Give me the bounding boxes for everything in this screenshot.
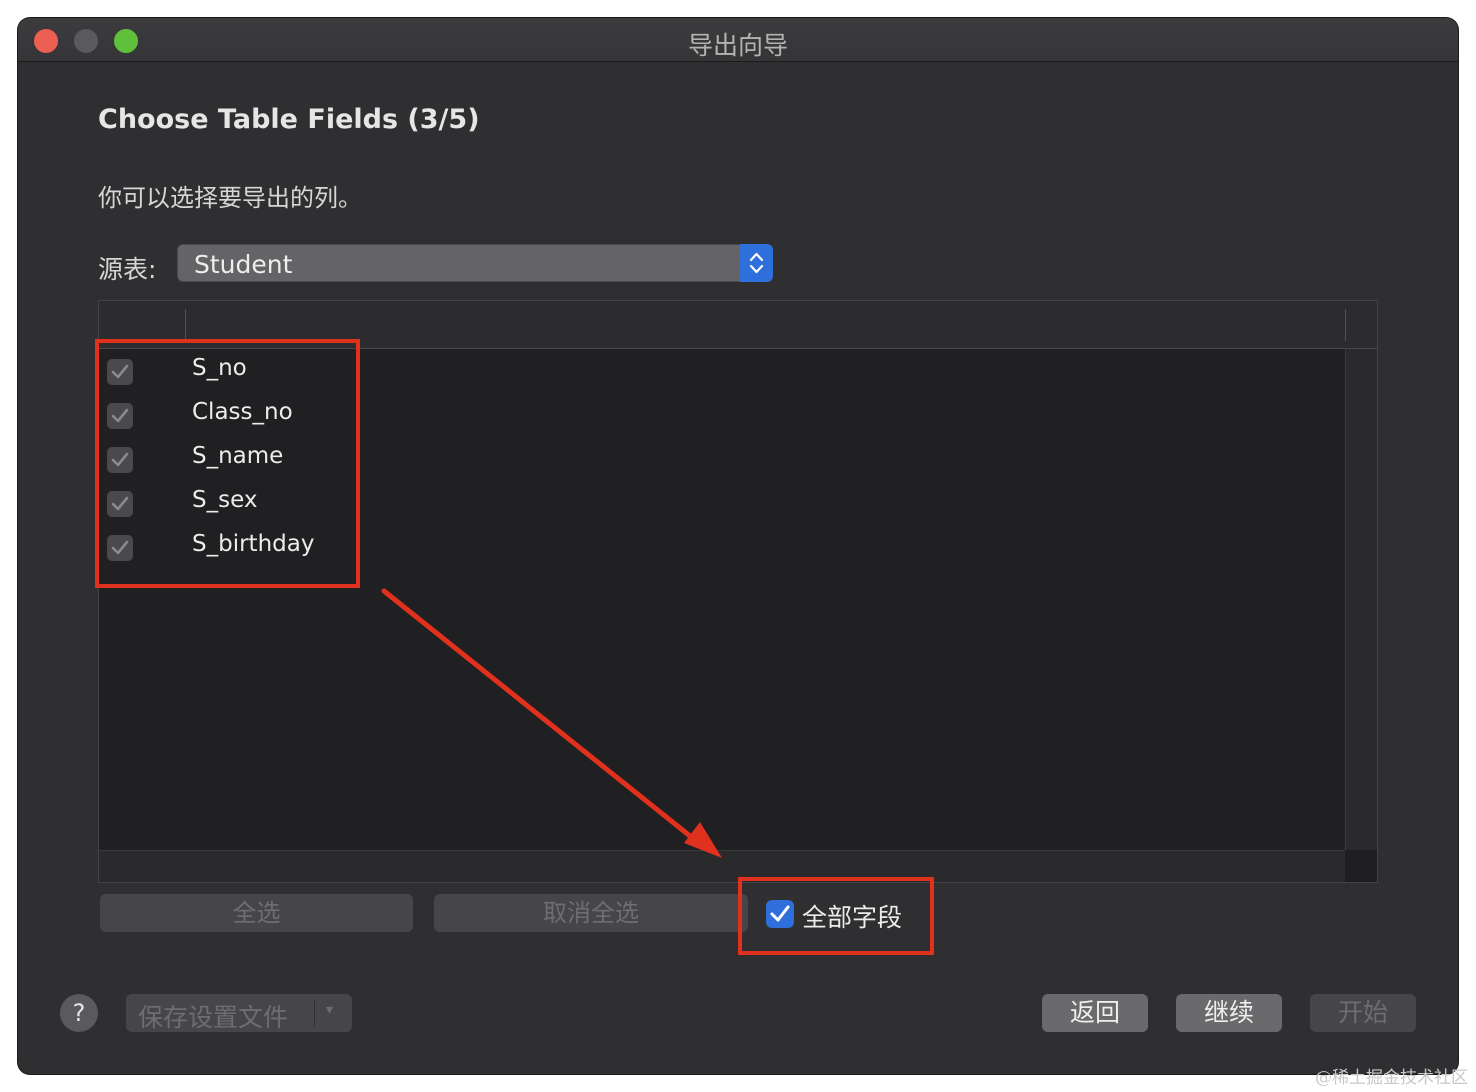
all-fields-label[interactable]: 全部字段 [802, 898, 902, 934]
table-header [99, 301, 1377, 349]
checkmark-icon [770, 905, 790, 922]
watermark: @稀土掘金技术社区 [1315, 1068, 1468, 1088]
save-profile-label: 保存设置文件 [138, 1003, 289, 1032]
export-wizard-window: 导出向导 Choose Table Fields (3/5) 你可以选择要导出的… [18, 18, 1458, 1074]
page-subtitle: 你可以选择要导出的列。 [98, 184, 362, 212]
help-button[interactable]: ? [60, 994, 98, 1032]
field-checkbox[interactable] [107, 359, 133, 385]
table-row[interactable]: Class_no [99, 393, 1345, 437]
checkmark-icon [111, 364, 129, 379]
checkmark-icon [111, 496, 129, 511]
vertical-scrollbar[interactable] [1345, 349, 1377, 851]
start-button[interactable]: 开始 [1310, 994, 1416, 1032]
field-checkbox[interactable] [107, 403, 133, 429]
column-separator[interactable] [1345, 309, 1346, 341]
table-row[interactable]: S_birthday [99, 525, 1345, 569]
combo-divider [314, 1000, 315, 1026]
field-checkbox[interactable] [107, 535, 133, 561]
field-name: S_birthday [192, 531, 315, 557]
field-name: S_no [192, 355, 247, 381]
column-separator[interactable] [185, 309, 186, 341]
field-name: S_sex [192, 487, 258, 513]
source-table-label: 源表: [98, 255, 157, 284]
field-name: S_name [192, 443, 284, 469]
field-list-table: S_no Class_no S_name S_sex S_birthday [98, 300, 1378, 883]
checkmark-icon [111, 540, 129, 555]
source-table-select[interactable]: Student [177, 244, 773, 282]
field-rows: S_no Class_no S_name S_sex S_birthday [99, 349, 1345, 569]
window-title: 导出向导 [687, 31, 788, 60]
checkmark-icon [111, 452, 129, 467]
scroll-corner [1345, 850, 1377, 882]
deselect-all-button[interactable]: 取消全选 [434, 894, 748, 932]
table-row[interactable]: S_sex [99, 481, 1345, 525]
titlebar: 导出向导 [18, 18, 1458, 62]
horizontal-scrollbar[interactable] [99, 850, 1345, 882]
field-name: Class_no [192, 399, 293, 425]
back-button[interactable]: 返回 [1042, 994, 1148, 1032]
checkmark-icon [111, 408, 129, 423]
table-row[interactable]: S_name [99, 437, 1345, 481]
select-all-button[interactable]: 全选 [100, 894, 413, 932]
save-profile-combo[interactable]: 保存设置文件 ▾ [126, 994, 352, 1032]
continue-button[interactable]: 继续 [1176, 994, 1282, 1032]
page-title: Choose Table Fields (3/5) [98, 104, 480, 135]
updown-chevron-icon [740, 244, 773, 282]
all-fields-checkbox[interactable] [766, 900, 794, 928]
field-checkbox[interactable] [107, 491, 133, 517]
source-table-value: Student [194, 250, 293, 279]
table-row[interactable]: S_no [99, 349, 1345, 393]
dropdown-arrow-icon[interactable]: ▾ [326, 1002, 333, 1018]
field-checkbox[interactable] [107, 447, 133, 473]
